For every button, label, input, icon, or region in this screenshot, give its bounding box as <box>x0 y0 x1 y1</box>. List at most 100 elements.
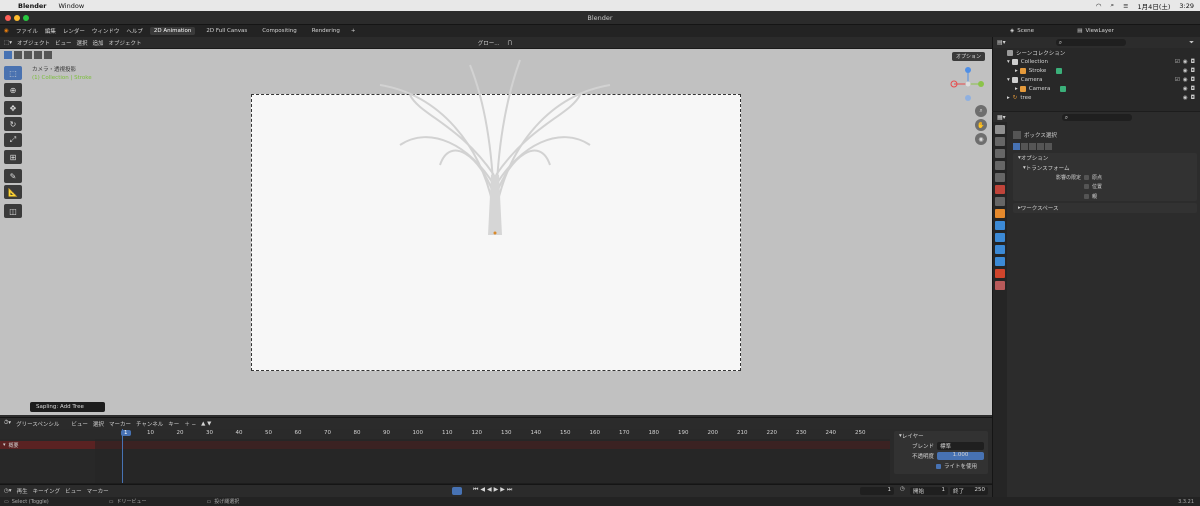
camera-view-icon[interactable]: ◉ <box>975 133 987 145</box>
snapping-icon[interactable]: ⋂ <box>507 40 512 46</box>
search-icon[interactable]: ⌕ <box>1110 1 1114 10</box>
current-frame-field[interactable]: 1 <box>860 487 894 495</box>
dopesheet-menu-view[interactable]: ビュー <box>71 420 88 428</box>
layer-add-remove-icon[interactable]: ＋ − <box>184 420 196 428</box>
opacity-slider[interactable]: 1.000 <box>937 452 984 460</box>
menu-help[interactable]: ヘルプ <box>126 27 143 35</box>
navigation-gizmo[interactable] <box>948 64 988 104</box>
operator-panel[interactable]: Sapling: Add Tree <box>30 402 105 412</box>
control-center-icon[interactable]: ≡ <box>1123 2 1128 10</box>
mode-invert-icon[interactable] <box>1037 143 1044 150</box>
mode-new-icon[interactable] <box>1013 143 1020 150</box>
menu-select[interactable]: 選択 <box>77 39 88 47</box>
tab-2d-full-canvas[interactable]: 2D Full Canvas <box>202 27 251 35</box>
end-frame-field[interactable]: 終了 250 <box>950 487 988 495</box>
select-invert-icon[interactable] <box>34 51 42 59</box>
workspace-panel-header[interactable]: ▸ ワークスペース <box>1013 203 1197 213</box>
effects-tab-icon[interactable] <box>995 233 1005 242</box>
editor-type-icon[interactable]: ⬚▾ <box>4 40 12 46</box>
scene-icon[interactable]: ◈ <box>1010 28 1014 34</box>
playhead[interactable] <box>122 429 123 483</box>
add-workspace-button[interactable]: + <box>351 28 356 34</box>
dopesheet-menu-key[interactable]: キー <box>168 420 179 428</box>
rotate-tool[interactable]: ↻ <box>4 117 22 131</box>
filter-icon[interactable]: ⏷ <box>1189 39 1194 47</box>
tool-tab-icon[interactable] <box>995 125 1005 134</box>
select-intersect-icon[interactable] <box>44 51 52 59</box>
outliner-search[interactable]: ⌕ <box>1055 39 1126 46</box>
dopesheet-editor-icon[interactable]: ⏱▾ <box>4 420 11 427</box>
cursor-tool[interactable]: ⊕ <box>4 83 22 97</box>
app-menu[interactable]: Blender <box>18 2 47 10</box>
mode-subtract-icon[interactable] <box>1029 143 1036 150</box>
outliner-scene-collection[interactable]: シーンコレクション <box>993 48 1200 57</box>
add-cube-tool[interactable]: ◫ <box>4 204 22 218</box>
auto-keying-toggle[interactable] <box>452 487 462 495</box>
object-tab-icon[interactable] <box>995 209 1005 218</box>
tab-rendering[interactable]: Rendering <box>308 27 344 35</box>
timeline-editor-icon[interactable]: ◷▾ <box>4 488 12 494</box>
maximize-window-button[interactable] <box>23 15 29 21</box>
scene-name[interactable]: Scene <box>1017 28 1077 34</box>
origins-checkbox[interactable] <box>1084 175 1089 180</box>
render-tab-icon[interactable] <box>995 137 1005 146</box>
blender-logo-icon[interactable]: ◉ <box>4 28 9 34</box>
modifier-tab-icon[interactable] <box>995 221 1005 230</box>
viewport-options-button[interactable]: オプション <box>952 52 986 61</box>
transform-orientation-select[interactable]: グロー... <box>478 39 500 47</box>
select-extend-icon[interactable] <box>14 51 22 59</box>
outliner-stroke[interactable]: ▸ Stroke ◉ ◘ <box>993 66 1200 75</box>
wifi-icon[interactable]: ◠ <box>1096 2 1102 10</box>
start-frame-field[interactable]: 開始 1 <box>910 487 948 495</box>
tab-2d-animation[interactable]: 2D Animation <box>149 27 196 35</box>
playback-menu[interactable]: 再生 <box>17 487 28 495</box>
dopesheet-menu-marker[interactable]: マーカー <box>109 420 131 428</box>
select-box-tool[interactable]: ⬚ <box>4 66 22 80</box>
select-new-icon[interactable] <box>4 51 12 59</box>
minimize-window-button[interactable] <box>14 15 20 21</box>
locations-checkbox[interactable] <box>1084 184 1089 189</box>
tab-compositing[interactable]: Compositing <box>258 27 300 35</box>
outliner-editor-icon[interactable]: ▤▾ <box>997 39 1006 46</box>
view-layer-tab-icon[interactable] <box>995 161 1005 170</box>
outliner-camera-object[interactable]: ▸ Camera ◉ ◘ <box>993 84 1200 93</box>
dopesheet-menu-select[interactable]: 選択 <box>93 420 104 428</box>
constraints-tab-icon[interactable] <box>995 257 1005 266</box>
dopesheet-menu-channel[interactable]: チャンネル <box>136 420 163 428</box>
select-subtract-icon[interactable] <box>24 51 32 59</box>
scene-tab-icon[interactable] <box>995 173 1005 182</box>
scale-tool[interactable]: ⤢ <box>4 133 22 147</box>
outliner-tree[interactable]: ▸ ↻ tree ◉ ◘ <box>993 93 1200 102</box>
blend-select[interactable]: 標準 <box>937 442 984 450</box>
preview-range-icon[interactable]: ◷ <box>900 486 905 492</box>
measure-tool[interactable]: 📐 <box>4 185 22 199</box>
move-tool[interactable]: ✥ <box>4 101 22 115</box>
menu-window[interactable]: ウィンドウ <box>92 27 120 35</box>
data-tab-icon[interactable] <box>995 269 1005 278</box>
menu-time[interactable]: 3:29 <box>1179 2 1194 10</box>
frame-ruler[interactable]: 1 10 20 30 40 50 60 70 80 90 100 110 120 130 140 150 160… <box>0 429 890 439</box>
options-panel-header[interactable]: ▾ オプション <box>1013 153 1197 163</box>
playback-controls-icon[interactable]: ⏮◀◀▶▶⏭ <box>473 486 514 494</box>
summary-channel[interactable]: ▾ 概要 <box>0 441 95 449</box>
expand-icon[interactable]: ▾ <box>3 442 6 448</box>
transform-tool[interactable]: ⊞ <box>4 150 22 164</box>
menu-add[interactable]: 追加 <box>93 39 104 47</box>
menu-file[interactable]: ファイル <box>16 27 38 35</box>
viewlayer-icon[interactable]: ▤ <box>1077 28 1082 34</box>
layer-move-icon[interactable]: ▲ ▼ <box>201 421 211 427</box>
mode-extend-icon[interactable] <box>1021 143 1028 150</box>
output-tab-icon[interactable] <box>995 149 1005 158</box>
window-menu[interactable]: Window <box>59 2 85 10</box>
mode-select[interactable]: オブジェクト <box>17 39 50 47</box>
keying-menu[interactable]: キーイング <box>33 487 61 495</box>
zoom-icon[interactable]: ⌕ <box>975 105 987 117</box>
tree-drawing[interactable] <box>360 55 630 240</box>
physics-tab-icon[interactable] <box>995 245 1005 254</box>
menu-view[interactable]: ビュー <box>55 39 72 47</box>
keyframe-area[interactable] <box>95 439 890 483</box>
collection-tab-icon[interactable] <box>995 197 1005 206</box>
pan-hand-icon[interactable]: ✋ <box>975 119 987 131</box>
transform-subpanel-header[interactable]: ▾ トランスフォーム <box>1013 163 1197 173</box>
world-tab-icon[interactable] <box>995 185 1005 194</box>
